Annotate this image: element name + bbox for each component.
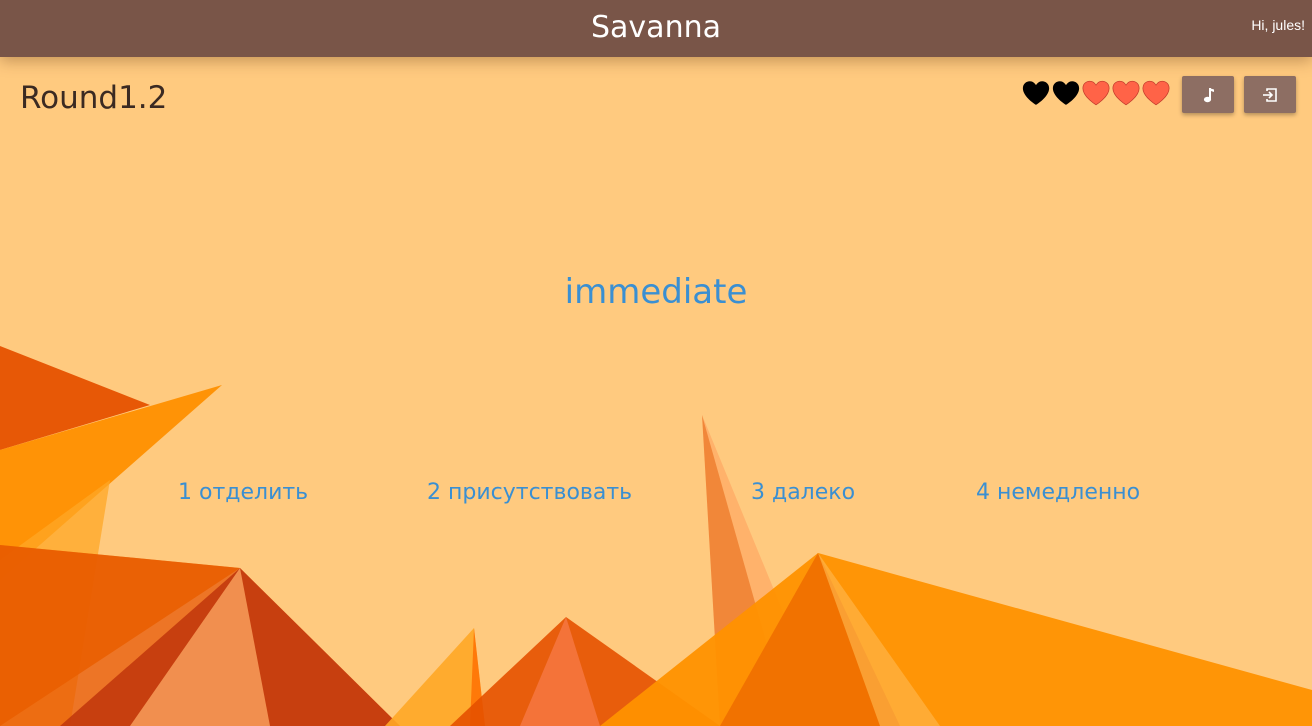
exit-icon bbox=[1263, 87, 1277, 102]
target-word: immediate bbox=[564, 272, 748, 312]
app-title: Savanna bbox=[591, 10, 721, 45]
life-heart-icon bbox=[1112, 80, 1140, 106]
app-header: Savanna Hi, jules! bbox=[0, 0, 1312, 57]
life-heart-icon bbox=[1142, 80, 1170, 106]
life-heart-icon bbox=[1082, 80, 1110, 106]
lost-life-heart-icon bbox=[1052, 81, 1080, 105]
lives-indicator bbox=[1022, 80, 1170, 106]
user-greeting: Hi, jules! bbox=[1251, 17, 1305, 33]
answer-option-2[interactable]: 2 присутствовать bbox=[427, 480, 632, 505]
music-note-icon bbox=[1203, 87, 1214, 102]
round-title: Round1.2 bbox=[20, 80, 168, 116]
answer-option-3[interactable]: 3 далеко bbox=[751, 480, 855, 505]
lost-life-heart-icon bbox=[1022, 81, 1050, 105]
exit-button[interactable] bbox=[1244, 76, 1296, 113]
savanna-background-art bbox=[0, 346, 1312, 726]
answer-option-1[interactable]: 1 отделить bbox=[178, 480, 308, 505]
music-toggle-button[interactable] bbox=[1182, 76, 1234, 113]
answer-option-4[interactable]: 4 немедленно bbox=[976, 480, 1140, 505]
